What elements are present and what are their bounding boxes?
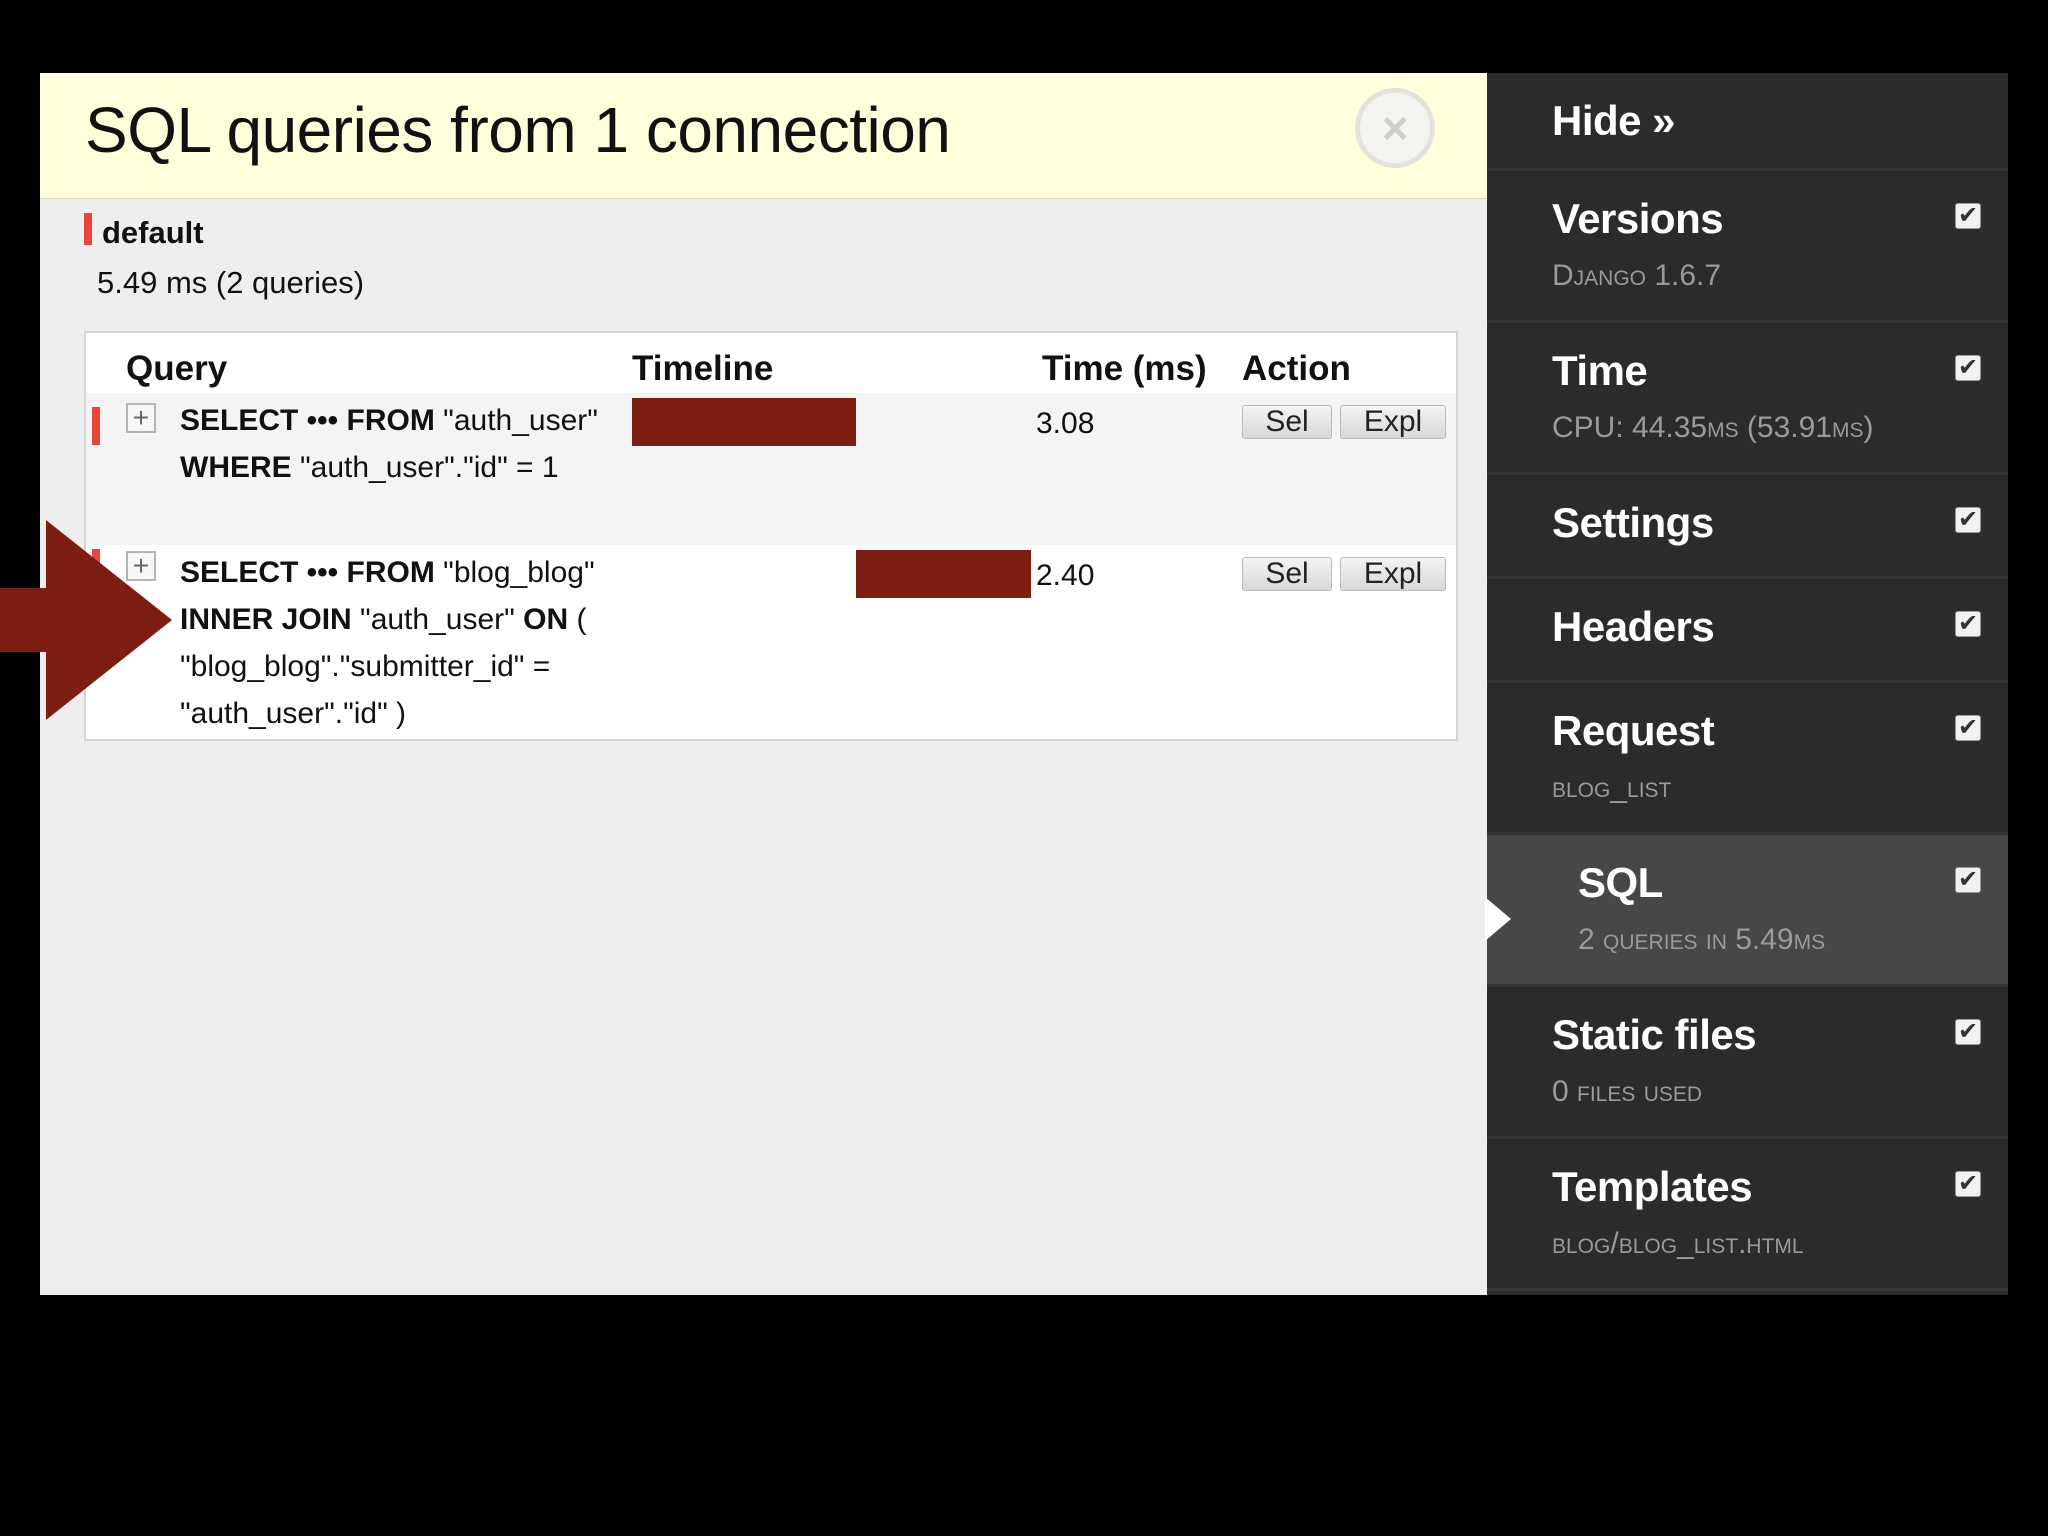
arrow-right-icon bbox=[0, 520, 172, 720]
sidebar-item-static-files[interactable]: Static files 0 files used ✔ bbox=[1487, 987, 2008, 1139]
explain-button[interactable]: Expl bbox=[1340, 405, 1446, 439]
table-row: + SELECT ••• FROM "blog_blog" INNER JOIN… bbox=[86, 545, 1456, 739]
hide-toolbar-link[interactable]: Hide » bbox=[1487, 73, 2008, 171]
panel-enabled-checkbox[interactable]: ✔ bbox=[1955, 203, 1981, 229]
sidebar-item-title: Time bbox=[1552, 347, 1648, 394]
panel-enabled-checkbox[interactable]: ✔ bbox=[1955, 867, 1981, 893]
sidebar-item-subtitle: 0 files used bbox=[1552, 1075, 1703, 1108]
column-header-action: Action bbox=[1242, 349, 1351, 388]
connection-stats: 5.49 ms (2 queries) bbox=[97, 265, 365, 300]
row-connection-marker bbox=[92, 407, 100, 445]
sidebar-item-request[interactable]: Request blog_list ✔ bbox=[1487, 683, 2008, 835]
sidebar-item-title: Headers bbox=[1552, 603, 1715, 650]
sidebar-item-versions[interactable]: Versions Django 1.6.7 ✔ bbox=[1487, 171, 2008, 323]
select-button[interactable]: Sel bbox=[1242, 405, 1332, 439]
query-time: 2.40 bbox=[1036, 559, 1095, 592]
active-panel-pointer-icon bbox=[1485, 897, 1511, 941]
sidebar-item-title: Versions bbox=[1552, 195, 1724, 242]
query-time: 3.08 bbox=[1036, 407, 1095, 440]
sidebar-item-subtitle: CPU: 44.35ms (53.91ms) bbox=[1552, 411, 1874, 444]
expand-toggle-icon[interactable]: + bbox=[126, 403, 156, 433]
sidebar-item-title: Request bbox=[1552, 707, 1715, 754]
timeline-bar bbox=[632, 398, 857, 446]
timeline-bar bbox=[856, 550, 1031, 598]
debug-toolbar-sidebar: Hide » Versions Django 1.6.7 ✔ Time CPU: 44.… bbox=[1485, 73, 2008, 1295]
sidebar-item-time[interactable]: Time CPU: 44.35ms (53.91ms) ✔ bbox=[1487, 323, 2008, 475]
queries-table: Query Timeline Time (ms) Action + SELECT… bbox=[84, 331, 1458, 741]
connection-color-marker bbox=[84, 213, 92, 245]
hide-label: Hide » bbox=[1552, 97, 1676, 144]
column-header-timeline: Timeline bbox=[632, 349, 774, 388]
sql-statement: SELECT ••• FROM "auth_user" WHERE "auth_… bbox=[180, 404, 598, 484]
sql-panel: SQL queries from 1 connection × default … bbox=[40, 73, 1487, 1295]
close-icon[interactable]: × bbox=[1355, 88, 1435, 168]
sidebar-item-title: Settings bbox=[1552, 499, 1714, 546]
sidebar-item-title: Templates bbox=[1552, 1163, 1753, 1210]
panel-enabled-checkbox[interactable]: ✔ bbox=[1955, 1019, 1981, 1045]
connection-name: default bbox=[102, 215, 204, 250]
sidebar-item-subtitle: blog_list bbox=[1552, 771, 1672, 804]
sidebar-item-subtitle: Django 1.6.7 bbox=[1552, 259, 1722, 292]
sidebar-item-templates[interactable]: Templates blog/blog_list.html ✔ bbox=[1487, 1139, 2008, 1291]
sidebar-item-sql[interactable]: SQL 2 queries in 5.49ms ✔ bbox=[1485, 835, 2008, 987]
sql-statement: SELECT ••• FROM "blog_blog" INNER JOIN "… bbox=[180, 556, 595, 730]
sidebar-item-subtitle: blog/blog_list.html bbox=[1552, 1227, 1804, 1260]
select-button[interactable]: Sel bbox=[1242, 557, 1332, 591]
sidebar-item-subtitle: 2 queries in 5.49ms bbox=[1578, 923, 1826, 956]
panel-header: SQL queries from 1 connection × bbox=[40, 73, 1487, 199]
sidebar-item-settings[interactable]: Settings ✔ bbox=[1487, 475, 2008, 579]
panel-enabled-checkbox[interactable]: ✔ bbox=[1955, 611, 1981, 637]
column-header-query: Query bbox=[126, 349, 228, 388]
sidebar-item-title: Static files bbox=[1552, 1011, 1757, 1058]
column-header-time: Time (ms) bbox=[1042, 349, 1207, 388]
panel-enabled-checkbox[interactable]: ✔ bbox=[1955, 507, 1981, 533]
panel-enabled-checkbox[interactable]: ✔ bbox=[1955, 355, 1981, 381]
panel-title: SQL queries from 1 connection bbox=[85, 94, 951, 166]
table-row: + SELECT ••• FROM "auth_user" WHERE "aut… bbox=[86, 393, 1456, 545]
explain-button[interactable]: Expl bbox=[1340, 557, 1446, 591]
sidebar-item-title: SQL bbox=[1578, 859, 1663, 906]
sidebar-item-headers[interactable]: Headers ✔ bbox=[1487, 579, 2008, 683]
panel-enabled-checkbox[interactable]: ✔ bbox=[1955, 715, 1981, 741]
panel-enabled-checkbox[interactable]: ✔ bbox=[1955, 1171, 1981, 1197]
